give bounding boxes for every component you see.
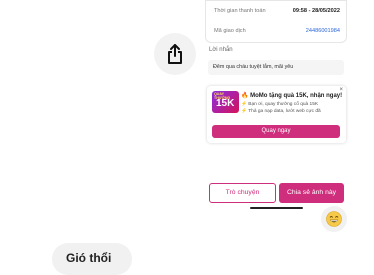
transaction-card: Thời gian thanh toán 09:58 - 28/05/2022 … bbox=[205, 0, 347, 43]
promo-badge-image: QUAY THƯỞNG 15K bbox=[212, 91, 239, 113]
chat-button[interactable]: Trò chuyện bbox=[209, 183, 276, 203]
promo-badge-amount: 15K bbox=[216, 98, 235, 109]
payment-time-value: 09:58 - 28/05/2022 bbox=[292, 8, 340, 14]
transaction-id-label: Mã giao dịch bbox=[214, 28, 246, 34]
payment-time-row: Thời gian thanh toán 09:58 - 28/05/2022 bbox=[214, 8, 340, 14]
share-image-button[interactable]: Chia sẻ ảnh này bbox=[279, 183, 344, 203]
bottom-pill[interactable]: Gió thổi bbox=[52, 243, 132, 275]
promo-title: 🔥 MoMo tặng quà 15K, nhận ngay! bbox=[241, 93, 343, 99]
share-button[interactable] bbox=[154, 33, 196, 75]
message-label: Lời nhắn bbox=[209, 47, 233, 53]
transaction-id-row: Mã giao dịch 24486001984 bbox=[214, 28, 340, 34]
message-box: Đêm qua cháu tuyệt lắm, mãi yêu bbox=[208, 60, 344, 75]
share-icon bbox=[168, 44, 182, 64]
grinning-face-icon bbox=[326, 211, 342, 227]
promo-bullet-1: ⚡ Bạn ơi, quay thưởng cổ quà 15K bbox=[241, 102, 319, 107]
message-text: Đêm qua cháu tuyệt lắm, mãi yêu bbox=[213, 64, 294, 70]
bottom-pill-label: Gió thổi bbox=[66, 251, 112, 265]
emoji-reaction-button[interactable] bbox=[321, 206, 347, 232]
payment-time-label: Thời gian thanh toán bbox=[214, 8, 266, 14]
home-indicator bbox=[250, 207, 303, 209]
transaction-id-value[interactable]: 24486001984 bbox=[306, 28, 340, 34]
promo-bullet-2: ⚡ Thả ga nạp data, lướt web cực đã bbox=[241, 109, 321, 114]
spin-now-button[interactable]: Quay ngay bbox=[212, 125, 340, 138]
promo-banner[interactable]: × QUAY THƯỞNG 15K 🔥 MoMo tặng quà 15K, n… bbox=[207, 86, 346, 143]
